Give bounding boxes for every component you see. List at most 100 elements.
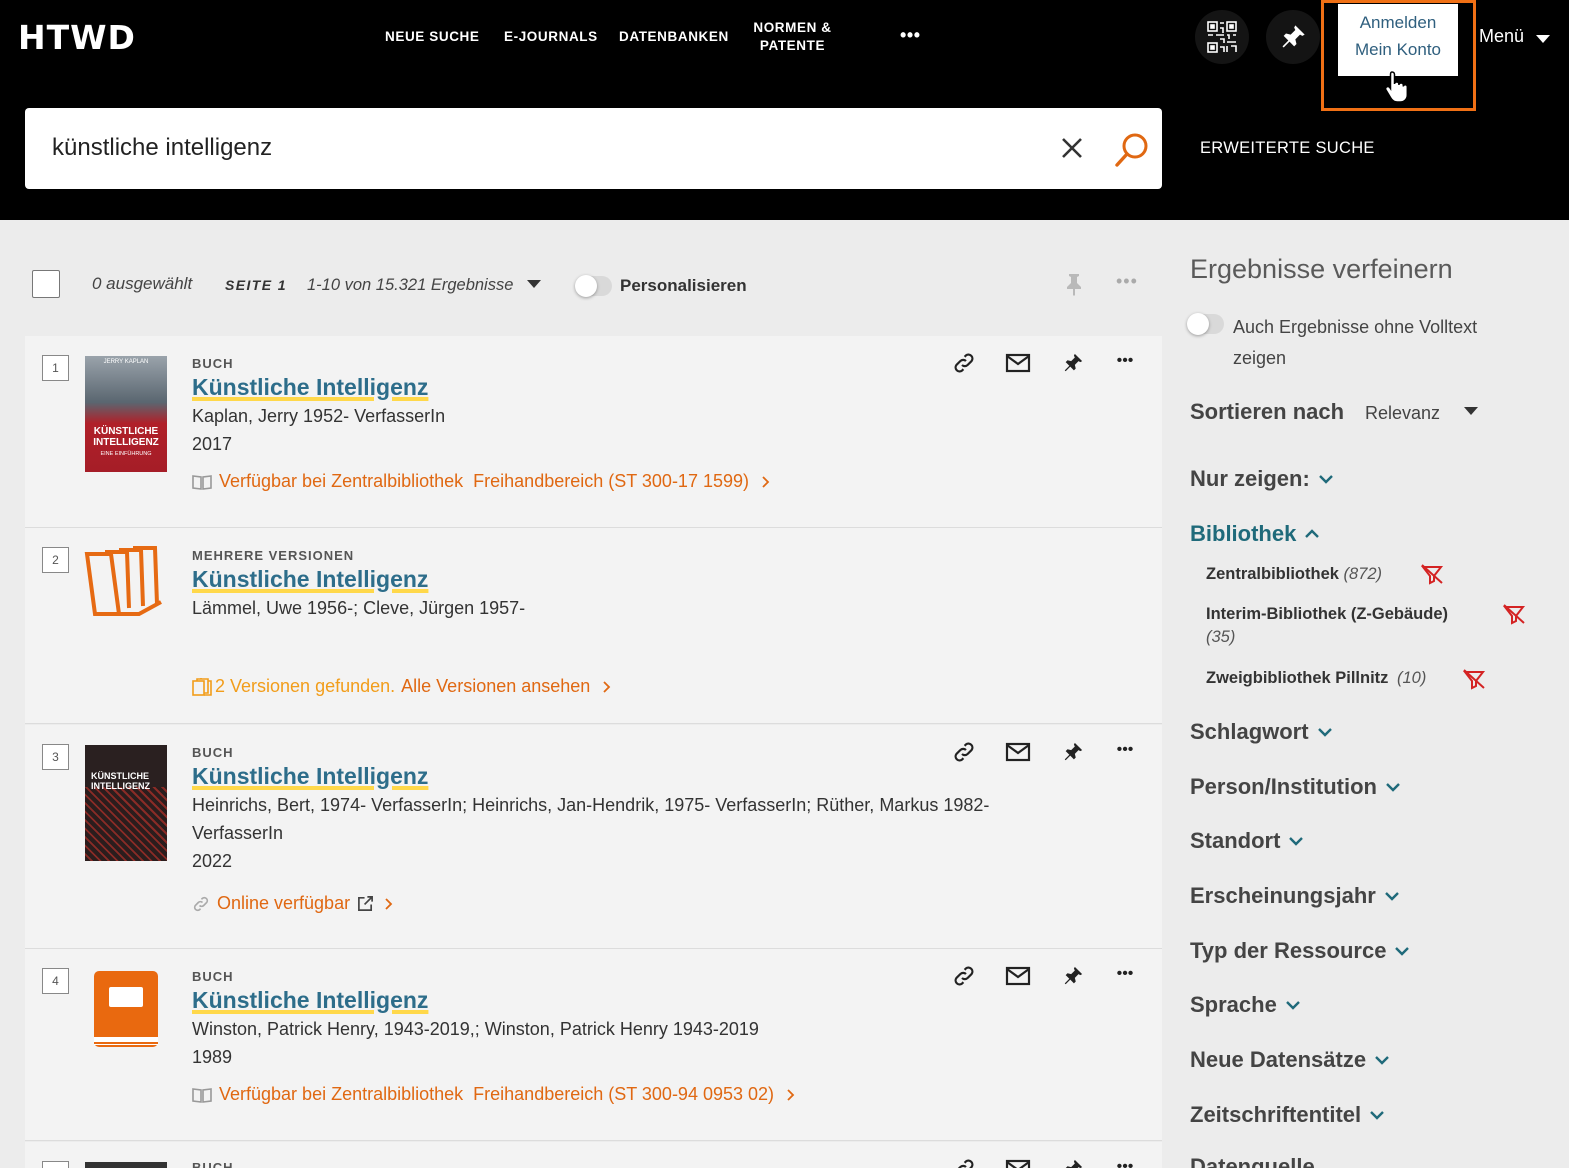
result-item: 4 BUCH Künstliche Intelligenz Winston, P… xyxy=(25,949,1162,1141)
library-option[interactable]: Zweigbibliothek Pillnitz (10) xyxy=(1206,667,1426,690)
result-title[interactable]: Künstliche Intelligenz xyxy=(192,987,428,1014)
permalink-button[interactable] xyxy=(949,1154,979,1168)
nav-norms-patents[interactable]: NORMEN & PATENTE xyxy=(745,19,840,55)
facet-person[interactable]: Person/Institution xyxy=(1190,774,1401,800)
login-button[interactable]: Anmelden Mein Konto xyxy=(1338,4,1458,76)
result-item: 3 KÜNSTLICHE INTELLIGENZ BUCH Künstliche… xyxy=(25,725,1162,949)
result-title[interactable]: Künstliche Intelligenz xyxy=(192,374,428,401)
library-name: Zentralbibliothek xyxy=(1206,565,1339,583)
caret-down-icon xyxy=(1536,35,1550,43)
pin-icon xyxy=(1065,1159,1083,1168)
exclude-filter-icon[interactable] xyxy=(1420,563,1444,585)
facet-only-show[interactable]: Nur zeigen: xyxy=(1190,466,1334,492)
pin-button[interactable] xyxy=(1058,961,1088,991)
facet-label: Typ der Ressource xyxy=(1190,938,1387,963)
availability-link[interactable]: Verfügbar bei Zentralbibliothek Freihand… xyxy=(192,471,771,492)
availability-text: Verfügbar bei Zentralbibliothek xyxy=(219,471,464,491)
pin-all-icon[interactable] xyxy=(1062,270,1086,298)
facet-new-records[interactable]: Neue Datensätze xyxy=(1190,1047,1390,1073)
nav-norms-label: NORMEN & xyxy=(753,20,832,35)
facet-library[interactable]: Bibliothek xyxy=(1190,521,1320,547)
facet-data-source[interactable]: Datenquelle xyxy=(1190,1154,1315,1168)
result-title[interactable]: Künstliche Intelligenz xyxy=(192,566,428,593)
permalink-button[interactable] xyxy=(949,961,979,991)
facet-year[interactable]: Erscheinungsjahr xyxy=(1190,883,1400,909)
more-actions-icon[interactable]: ••• xyxy=(1110,735,1140,765)
chevron-down-icon xyxy=(1318,475,1333,484)
facet-label: Neue Datensätze xyxy=(1190,1047,1367,1072)
result-type: MEHRERE VERSIONEN xyxy=(192,548,355,563)
result-number: 5 xyxy=(42,1161,69,1168)
sort-caret-icon[interactable] xyxy=(1464,407,1478,415)
search-icon[interactable] xyxy=(1114,132,1150,168)
advanced-search-link[interactable]: ERWEITERTE SUCHE xyxy=(1200,139,1375,158)
facet-resource-type[interactable]: Typ der Ressource xyxy=(1190,938,1410,964)
more-nav-button[interactable]: ••• xyxy=(900,26,921,44)
my-account-label: Mein Konto xyxy=(1355,40,1441,59)
facet-language[interactable]: Sprache xyxy=(1190,992,1301,1018)
versions-link[interactable]: 2 Versionen gefunden. Alle Versionen ans… xyxy=(192,676,612,697)
link-icon xyxy=(954,742,974,762)
more-actions-icon[interactable]: ••• xyxy=(1110,959,1140,989)
online-access-link[interactable]: Online verfügbar xyxy=(192,893,394,914)
link-icon xyxy=(193,896,209,911)
menu-button[interactable]: Menü xyxy=(1479,26,1550,47)
book-cover[interactable]: JERRY KAPLAN KÜNSTLICHE INTELLIGENZ EINE… xyxy=(85,356,167,472)
facet-journal-title[interactable]: Zeitschriftentitel xyxy=(1190,1102,1385,1128)
email-button[interactable] xyxy=(1003,1154,1033,1168)
pin-button[interactable] xyxy=(1058,1154,1088,1168)
toolbar-more-icon[interactable]: ••• xyxy=(1116,271,1138,292)
library-name: Zweigbibliothek Pillnitz xyxy=(1206,669,1389,687)
all-versions-link[interactable]: Alle Versionen ansehen xyxy=(401,676,590,697)
more-actions-icon[interactable]: ••• xyxy=(1110,1152,1140,1168)
book-cover[interactable] xyxy=(85,1162,167,1168)
fulltext-toggle[interactable] xyxy=(1187,313,1224,335)
permalink-button[interactable] xyxy=(949,348,979,378)
email-button[interactable] xyxy=(1003,348,1033,378)
facet-label: Datenquelle xyxy=(1190,1154,1315,1168)
sort-select[interactable]: Relevanz xyxy=(1365,403,1440,424)
select-all-checkbox[interactable] xyxy=(32,270,60,298)
results-range[interactable]: 1-10 von 15.321 Ergebnisse xyxy=(307,276,513,295)
pin-toolbar-button[interactable] xyxy=(1266,10,1320,64)
search-bar xyxy=(25,108,1162,189)
availability-link[interactable]: Verfügbar bei Zentralbibliothek Freihand… xyxy=(192,1084,796,1105)
pin-icon xyxy=(1064,742,1083,761)
facet-location[interactable]: Standort xyxy=(1190,828,1304,854)
refine-heading: Ergebnisse verfeinern xyxy=(1190,254,1453,284)
pin-button[interactable] xyxy=(1058,737,1088,767)
cover-title: KÜNSTLICHE INTELLIGENZ xyxy=(91,771,150,791)
facet-subject[interactable]: Schlagwort xyxy=(1190,719,1333,745)
book-cover[interactable]: KÜNSTLICHE INTELLIGENZ xyxy=(85,745,167,861)
more-actions-icon[interactable]: ••• xyxy=(1110,346,1140,376)
chevron-down-icon xyxy=(1395,947,1410,956)
htwd-logo[interactable]: HTWD xyxy=(18,18,136,57)
page-indicator: SEITE 1 xyxy=(225,277,287,293)
personalize-toggle[interactable] xyxy=(575,275,612,297)
qr-code-button[interactable] xyxy=(1195,10,1249,64)
pin-button[interactable] xyxy=(1058,348,1088,378)
nav-new-search[interactable]: NEUE SUCHE xyxy=(385,28,480,46)
permalink-button[interactable] xyxy=(949,737,979,767)
chevron-right-icon xyxy=(603,680,611,693)
exclude-filter-icon[interactable] xyxy=(1502,603,1526,625)
chevron-down-icon xyxy=(1317,728,1332,737)
email-button[interactable] xyxy=(1003,961,1033,991)
search-input[interactable] xyxy=(52,128,1032,168)
exclude-filter-icon[interactable] xyxy=(1462,668,1486,690)
result-title[interactable]: Künstliche Intelligenz xyxy=(192,763,428,790)
library-option[interactable]: Interim-Bibliothek (Z-Gebäude) (35) xyxy=(1206,603,1496,649)
nav-databases[interactable]: DATENBANKEN xyxy=(619,28,729,46)
pin-icon xyxy=(1064,353,1083,372)
result-item: 2 MEHRERE VERSIONEN Künstliche Intellige… xyxy=(25,528,1162,724)
clear-search-icon[interactable] xyxy=(1061,137,1083,159)
fulltext-label-line1: Auch Ergebnisse ohne Volltext xyxy=(1233,317,1478,337)
chevron-down-icon xyxy=(1384,892,1399,901)
nav-ejournals[interactable]: E-JOURNALS xyxy=(504,28,598,46)
library-option[interactable]: Zentralbibliothek (872) xyxy=(1206,563,1382,586)
results-dropdown-caret-icon[interactable] xyxy=(527,280,541,288)
pin-icon xyxy=(1282,25,1305,48)
link-icon xyxy=(954,966,974,986)
email-button[interactable] xyxy=(1003,737,1033,767)
result-authors-cont: VerfasserIn xyxy=(192,823,284,843)
